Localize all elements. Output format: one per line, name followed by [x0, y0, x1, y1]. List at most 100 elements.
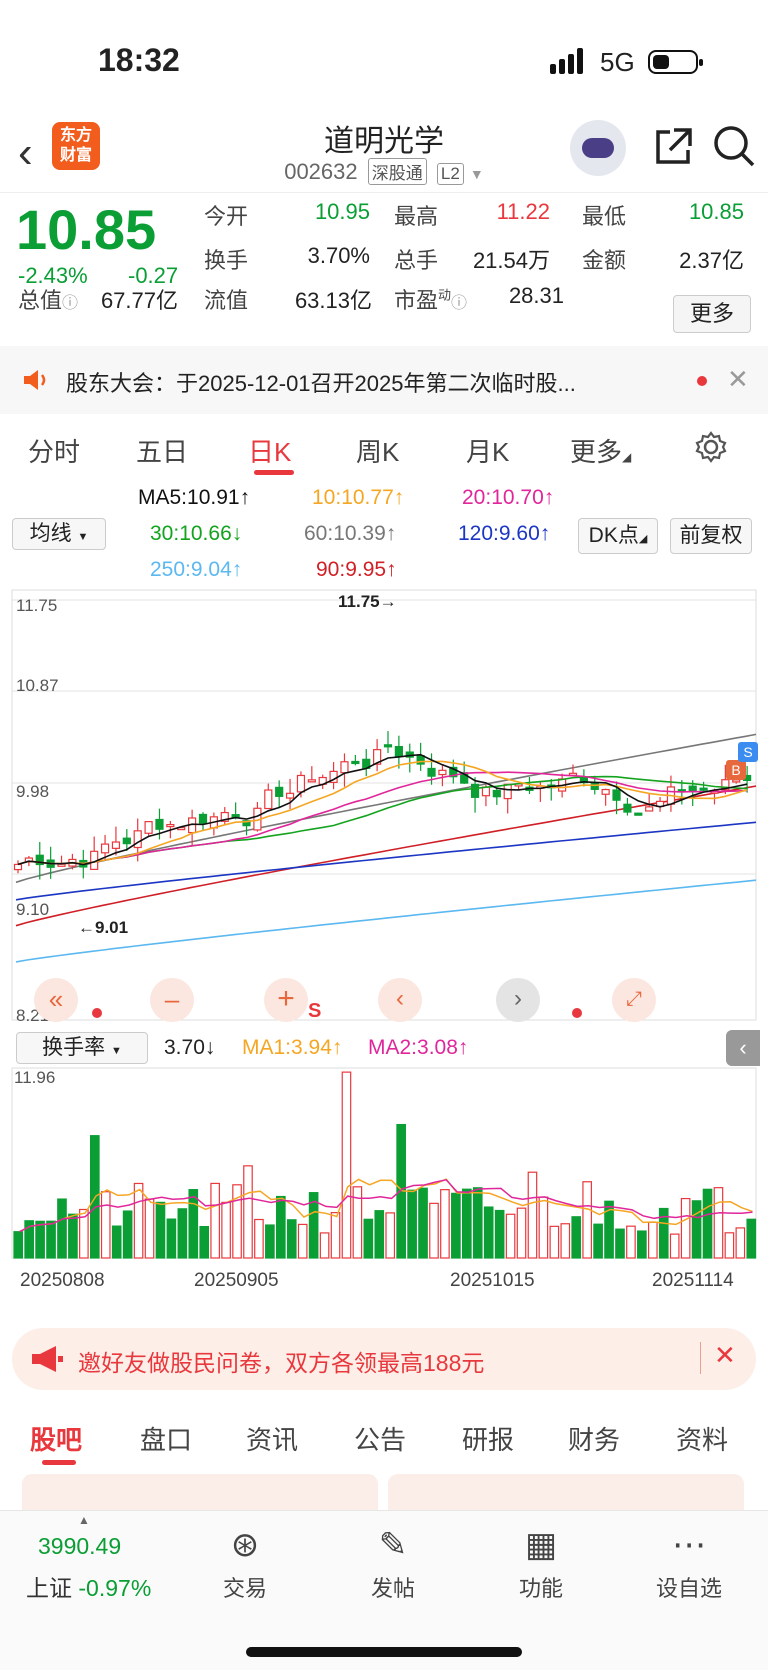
tab-announcements[interactable]: 公告 — [354, 1420, 406, 1457]
settings-gear-icon[interactable] — [694, 430, 728, 469]
low-marker: ←9.01 — [78, 918, 129, 937]
candle-body — [503, 783, 512, 800]
turnover-bar — [385, 1212, 396, 1259]
k-line-chart[interactable]: 11.75 10.87 9.98 9.10 8.21 11.75→ ←9.01 … — [0, 588, 768, 1028]
turnover-bar — [341, 1071, 352, 1259]
turnover-bar — [626, 1225, 636, 1259]
notice-bar[interactable]: 股东大会：于2025-12-01召开2025年第二次临时股... ✕ — [0, 346, 768, 414]
signal-dot — [92, 1008, 102, 1018]
close-icon[interactable]: ✕ — [714, 1340, 736, 1371]
next-icon[interactable]: › — [496, 978, 540, 1022]
close-icon[interactable]: ✕ — [727, 364, 749, 395]
turnover-bar — [669, 1233, 680, 1259]
post-button[interactable]: ✎ 发帖 — [338, 1525, 448, 1603]
tab-intraday[interactable]: 分时 — [28, 432, 80, 469]
turnover-bar — [724, 1232, 735, 1259]
turnover-bar — [68, 1213, 78, 1259]
turnover-bar — [461, 1188, 472, 1259]
turnover-bar — [254, 1218, 264, 1259]
turnover-bar — [483, 1206, 494, 1259]
tab-monthly-k[interactable]: 月K — [466, 432, 509, 469]
pe-label: 市盈动ⓘ — [394, 287, 468, 313]
indicator-selector[interactable]: 换手率 ▼ — [16, 1032, 148, 1064]
ma120-value: 120:9.60↑ — [458, 522, 551, 545]
turnover-bar — [702, 1188, 713, 1259]
dk-point-button[interactable]: DK点◢ — [578, 518, 658, 554]
tab-research[interactable]: 研报 — [462, 1420, 514, 1457]
last-price: 10.85 — [16, 198, 157, 261]
total-value-label: 总值ⓘ — [18, 288, 79, 313]
signal-dot — [572, 1008, 582, 1018]
tab-profile[interactable]: 资料 — [676, 1420, 728, 1457]
collapse-left-icon[interactable]: ‹ — [726, 1030, 760, 1066]
status-bar: 18:32 5G — [0, 0, 768, 110]
tab-more[interactable]: 更多◢ — [570, 432, 631, 469]
index-value[interactable]: 3990.49 — [38, 1533, 121, 1560]
turnover-chart[interactable]: 11.96 20250808 20250905 20251015 2025111… — [0, 1064, 768, 1314]
ma-legend: 均线 ▼ MA5:10.91↑ 10:10.77↑ 20:10.70↑ 30:1… — [0, 480, 768, 588]
turnover-bar — [122, 1210, 133, 1259]
index-row[interactable]: 上证 -0.97% — [26, 1569, 151, 1603]
post-icon: ✎ — [378, 1526, 408, 1564]
turnover-bar — [177, 1208, 188, 1259]
turnover-bar — [319, 1232, 330, 1259]
rewind-icon[interactable]: « — [34, 978, 78, 1022]
add-watchlist-button[interactable]: ⋯ 设自选 — [634, 1525, 744, 1603]
turnover-bar — [188, 1189, 199, 1259]
candle-body — [481, 786, 491, 797]
ma30-value: 30:10.66↓ — [150, 522, 243, 545]
quote-label: 最高 — [394, 204, 439, 229]
y-label-top: 11.75 — [16, 596, 58, 615]
share-icon[interactable] — [652, 126, 694, 178]
trade-button[interactable]: ⊛ 交易 — [190, 1525, 300, 1603]
turnover-bar — [505, 1213, 516, 1259]
candle-body — [394, 745, 403, 757]
tab-news[interactable]: 资讯 — [246, 1420, 298, 1457]
fullscreen-icon[interactable]: ⤢ — [612, 978, 656, 1022]
sell-badge: S — [738, 742, 758, 762]
candle-body — [111, 841, 121, 849]
candle-body — [732, 779, 741, 783]
ma5-value: MA5:10.91↑ — [138, 486, 251, 509]
caret-down-icon: ▼ — [469, 166, 484, 182]
search-icon[interactable] — [712, 124, 756, 178]
ma-selector[interactable]: 均线 ▼ — [12, 518, 106, 550]
turnover-bar — [538, 1196, 549, 1259]
turnover-bar — [35, 1220, 45, 1259]
candle-body — [601, 788, 610, 795]
turnover-bar — [691, 1200, 702, 1259]
assistant-avatar[interactable] — [570, 120, 626, 176]
zoom-in-icon[interactable]: + — [264, 978, 308, 1022]
function-button[interactable]: ▦ 功能 — [486, 1525, 596, 1603]
zoom-out-icon[interactable]: – — [150, 978, 194, 1022]
candle-body — [612, 789, 621, 801]
more-button[interactable]: 更多 — [673, 295, 751, 333]
tab-weekly-k[interactable]: 周K — [356, 432, 399, 469]
tab-five-day[interactable]: 五日 — [136, 432, 188, 469]
tab-daily-k[interactable]: 日K — [248, 432, 291, 469]
promo-banner[interactable]: 邀好友做股民问卷，双方各领最高188元 ✕ — [12, 1328, 756, 1390]
quote-value: 11.22 — [496, 199, 550, 224]
turnover-bar — [516, 1207, 527, 1259]
candle-body — [645, 806, 654, 812]
tab-order-book[interactable]: 盘口 — [140, 1420, 192, 1457]
adjust-button[interactable]: 前复权 — [670, 518, 752, 554]
candle-body — [427, 767, 436, 777]
quote-label: 总手 — [394, 248, 439, 273]
turnover-bar — [46, 1220, 56, 1259]
candle-body — [416, 755, 425, 765]
turnover-bar — [647, 1221, 658, 1259]
y-label-3: 9.98 — [16, 782, 50, 801]
turnover-bar — [735, 1227, 746, 1259]
turnover-bar — [221, 1201, 231, 1259]
candle-body — [307, 779, 316, 783]
prev-icon[interactable]: ‹ — [378, 978, 422, 1022]
tab-forum[interactable]: 股吧 — [30, 1420, 82, 1457]
quote-label: 金额 — [582, 248, 627, 273]
battery-icon — [648, 50, 703, 74]
tab-finance[interactable]: 财务 — [568, 1420, 620, 1457]
candle-body — [57, 863, 66, 867]
tag-connect: 深股通 — [367, 158, 427, 185]
quote-label: 换手 — [204, 248, 249, 273]
candle-body — [351, 760, 360, 765]
